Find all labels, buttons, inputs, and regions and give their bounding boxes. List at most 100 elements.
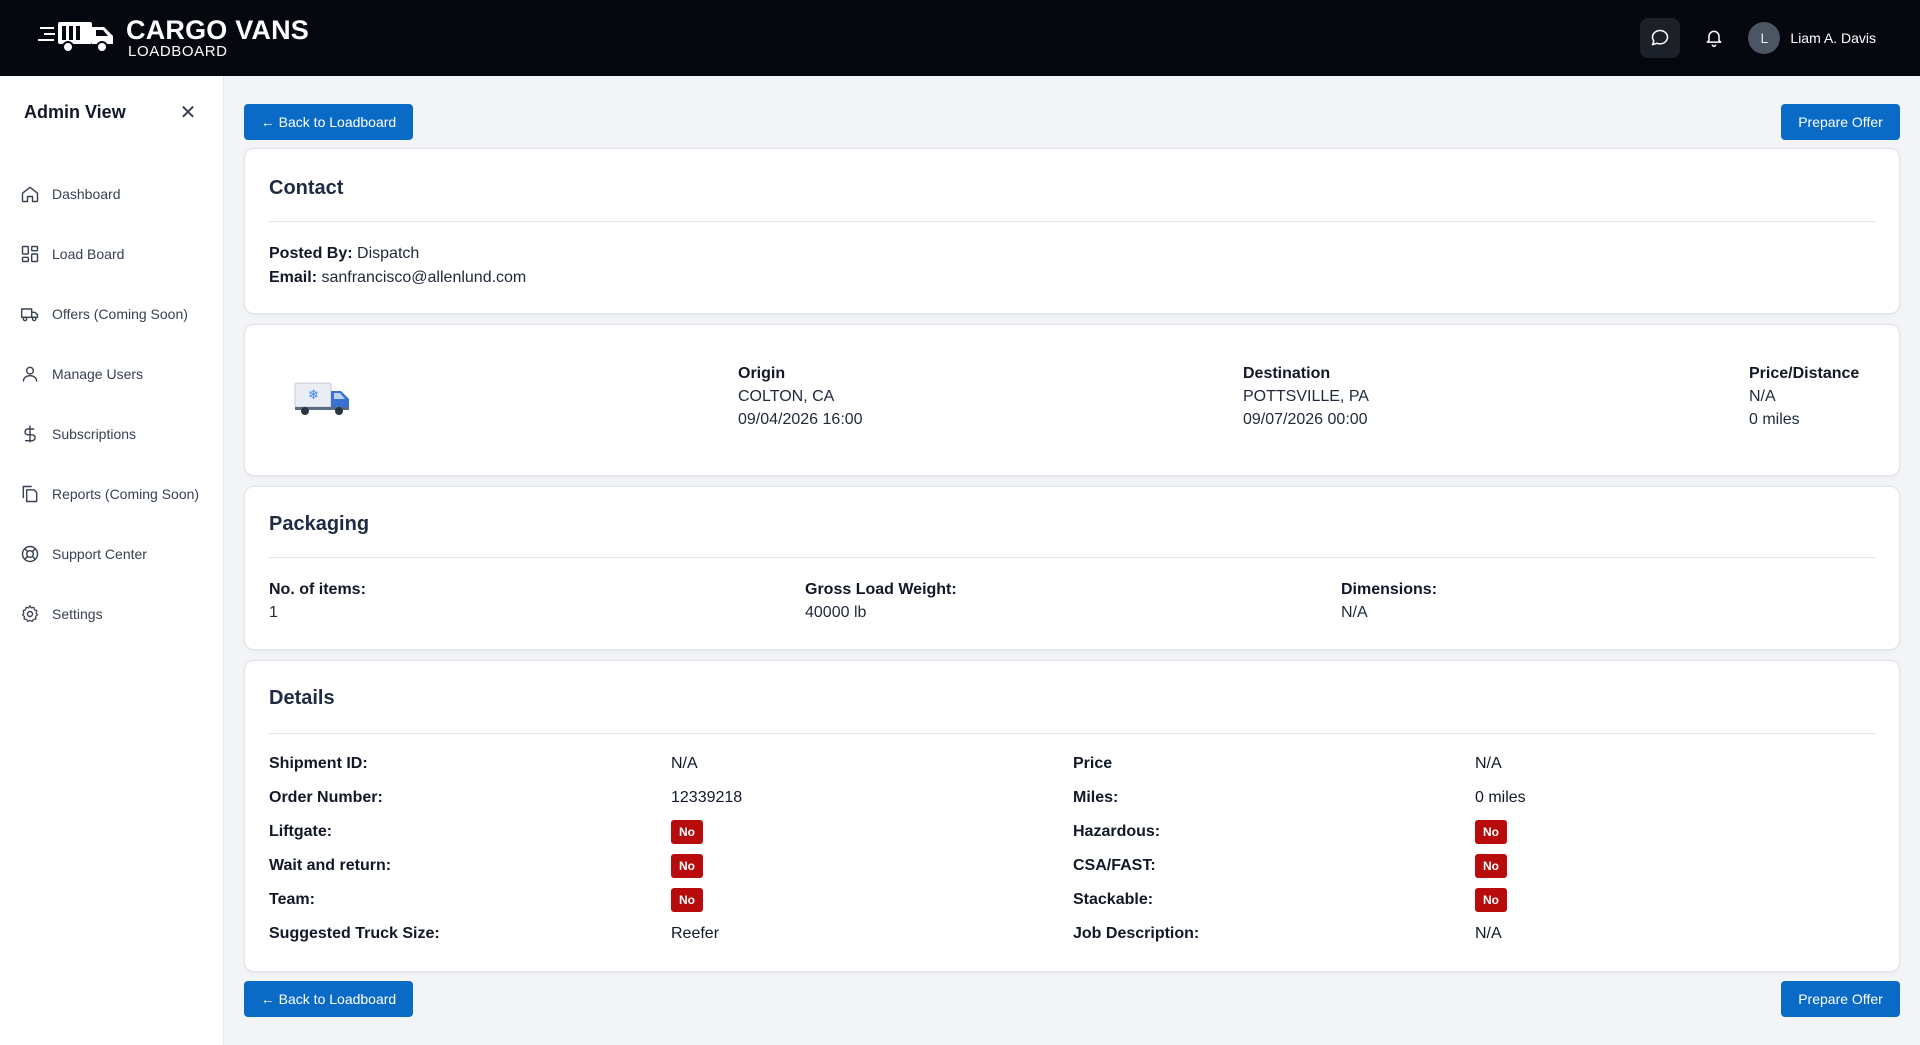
hazardous-label: Hazardous:: [1073, 823, 1161, 840]
divider: [269, 733, 1875, 734]
sidebar-item-load-board[interactable]: Load Board: [20, 224, 210, 284]
sidebar-item-label: Settings: [52, 606, 103, 622]
sidebar-item-support-center[interactable]: Support Center: [20, 524, 210, 584]
posted-by-row: Posted By: Dispatch: [269, 245, 419, 263]
items-value: 1: [269, 604, 278, 621]
brand-logo[interactable]: CARGO VANS LOADBOARD: [38, 14, 309, 60]
dimensions-label: Dimensions:: [1341, 581, 1438, 598]
prepare-offer-button[interactable]: Prepare Offer: [1781, 104, 1900, 140]
price-distance-label: Price/Distance: [1749, 365, 1860, 382]
liftgate-badge: No: [671, 820, 703, 844]
svg-text:❄: ❄: [308, 388, 319, 403]
gear-icon: [21, 605, 39, 623]
back-to-loadboard-button[interactable]: ← Back to Loadboard: [244, 104, 413, 140]
sidebar-item-label: Reports (Coming Soon): [52, 486, 200, 502]
posted-by-label: Posted By:: [269, 245, 353, 262]
dollar-icon: [24, 425, 36, 443]
contact-card: Contact Posted By: Dispatch Email: sanfr…: [244, 148, 1900, 314]
route-card: ❄ Origin COLTON, CA 09/04/2026 16:00 Des…: [244, 324, 1900, 476]
user-name[interactable]: Liam A. Davis: [1790, 30, 1876, 46]
shipment-id-label: Shipment ID:: [269, 755, 368, 772]
origin-city: COLTON, CA: [738, 388, 835, 405]
reefer-truck-icon: ❄: [294, 382, 349, 415]
dimensions-value: N/A: [1341, 604, 1368, 621]
wait-and-return-label: Wait and return:: [269, 857, 392, 874]
brand-title: CARGO VANS: [126, 14, 310, 45]
sidebar-item-label: Support Center: [52, 546, 147, 562]
distance-value: 0 miles: [1749, 411, 1800, 428]
sidebar-item-label: Dashboard: [52, 186, 121, 202]
truck-size-label: Suggested Truck Size:: [269, 925, 440, 942]
miles-label: Miles:: [1073, 789, 1119, 806]
sidebar-item-label: Load Board: [52, 246, 125, 262]
sidebar-item-dashboard[interactable]: Dashboard: [20, 164, 210, 224]
top-bar: CARGO VANS LOADBOARD L Liam A. Davis: [0, 0, 1920, 76]
csa-fast-badge: No: [1475, 854, 1507, 878]
price-value: N/A: [1475, 755, 1502, 772]
sidebar-item-reports[interactable]: Reports (Coming Soon): [20, 464, 210, 524]
files-icon: [22, 485, 38, 503]
job-description-label: Job Description:: [1073, 925, 1200, 942]
details-card: Details Shipment ID: N/A Order Number: 1…: [244, 660, 1900, 972]
notifications-button[interactable]: [1694, 18, 1734, 58]
grid-icon: [21, 245, 39, 263]
csa-fast-label: CSA/FAST:: [1073, 857, 1156, 874]
hazardous-badge: No: [1475, 820, 1507, 844]
avatar[interactable]: L: [1748, 22, 1781, 54]
posted-by-value: Dispatch: [357, 245, 420, 262]
email-value[interactable]: sanfrancisco@allenlund.com: [321, 269, 526, 286]
truck-icon: [20, 308, 39, 322]
sidebar: Admin View ✕ Dashboard Load Board Offers…: [0, 76, 224, 1045]
details-title: Details: [269, 687, 335, 709]
chat-button[interactable]: [1640, 18, 1681, 58]
sidebar-item-label: Subscriptions: [52, 426, 137, 442]
team-badge: No: [671, 888, 703, 912]
brand-subtitle: LOADBOARD: [128, 42, 228, 60]
origin-label: Origin: [738, 365, 786, 382]
destination-city: POTTSVILLE, PA: [1243, 388, 1369, 405]
price-value: N/A: [1749, 388, 1776, 405]
team-label: Team:: [269, 891, 315, 908]
sidebar-item-subscriptions[interactable]: Subscriptions: [20, 404, 210, 464]
price-distance-column: Price/Distance N/A 0 miles: [1749, 365, 1859, 429]
sidebar-item-label: Manage Users: [52, 366, 144, 382]
origin-date: 09/04/2026 16:00: [738, 411, 863, 428]
home-icon: [21, 186, 39, 203]
chat-icon: [1652, 29, 1669, 46]
sidebar-item-settings[interactable]: Settings: [20, 584, 210, 644]
back-to-loadboard-button-bottom[interactable]: ← Back to Loadboard: [244, 981, 413, 1017]
origin-column: Origin COLTON, CA 09/04/2026 16:00: [738, 365, 863, 429]
order-number-label: Order Number:: [269, 789, 383, 806]
user-icon: [22, 366, 38, 382]
stackable-label: Stackable:: [1073, 891, 1154, 908]
job-description-value: N/A: [1475, 925, 1502, 942]
weight-label: Gross Load Weight:: [805, 581, 957, 598]
divider: [269, 221, 1875, 222]
email-row: Email: sanfrancisco@allenlund.com: [269, 269, 526, 287]
order-number-value: 12339218: [671, 789, 743, 806]
shipment-id-value: N/A: [671, 755, 698, 772]
packaging-card: Packaging No. of items: 1 Gross Load Wei…: [244, 486, 1900, 650]
dimensions-column: Dimensions: N/A: [1341, 581, 1437, 622]
divider: [269, 557, 1875, 558]
sidebar-item-label: Offers (Coming Soon): [52, 306, 188, 322]
prepare-offer-button-bottom[interactable]: Prepare Offer: [1781, 981, 1900, 1017]
price-label: Price: [1073, 755, 1113, 772]
wait-and-return-badge: No: [671, 854, 703, 878]
weight-value: 40000 lb: [805, 604, 867, 621]
miles-value: 0 miles: [1475, 789, 1526, 806]
destination-date: 09/07/2026 00:00: [1243, 411, 1368, 428]
lifebuoy-icon: [21, 545, 39, 563]
email-label: Email:: [269, 269, 318, 286]
contact-title: Contact: [269, 177, 344, 199]
stackable-badge: No: [1475, 888, 1507, 912]
destination-label: Destination: [1243, 365, 1331, 382]
bell-icon: [1706, 30, 1722, 48]
sidebar-item-offers[interactable]: Offers (Coming Soon): [20, 284, 210, 344]
destination-column: Destination POTTSVILLE, PA 09/07/2026 00…: [1243, 365, 1369, 429]
close-icon[interactable]: ✕: [176, 100, 200, 124]
truck-size-value: Reefer: [671, 925, 720, 942]
items-label: No. of items:: [269, 581, 366, 598]
sidebar-item-manage-users[interactable]: Manage Users: [20, 344, 210, 404]
liftgate-label: Liftgate:: [269, 823, 333, 840]
